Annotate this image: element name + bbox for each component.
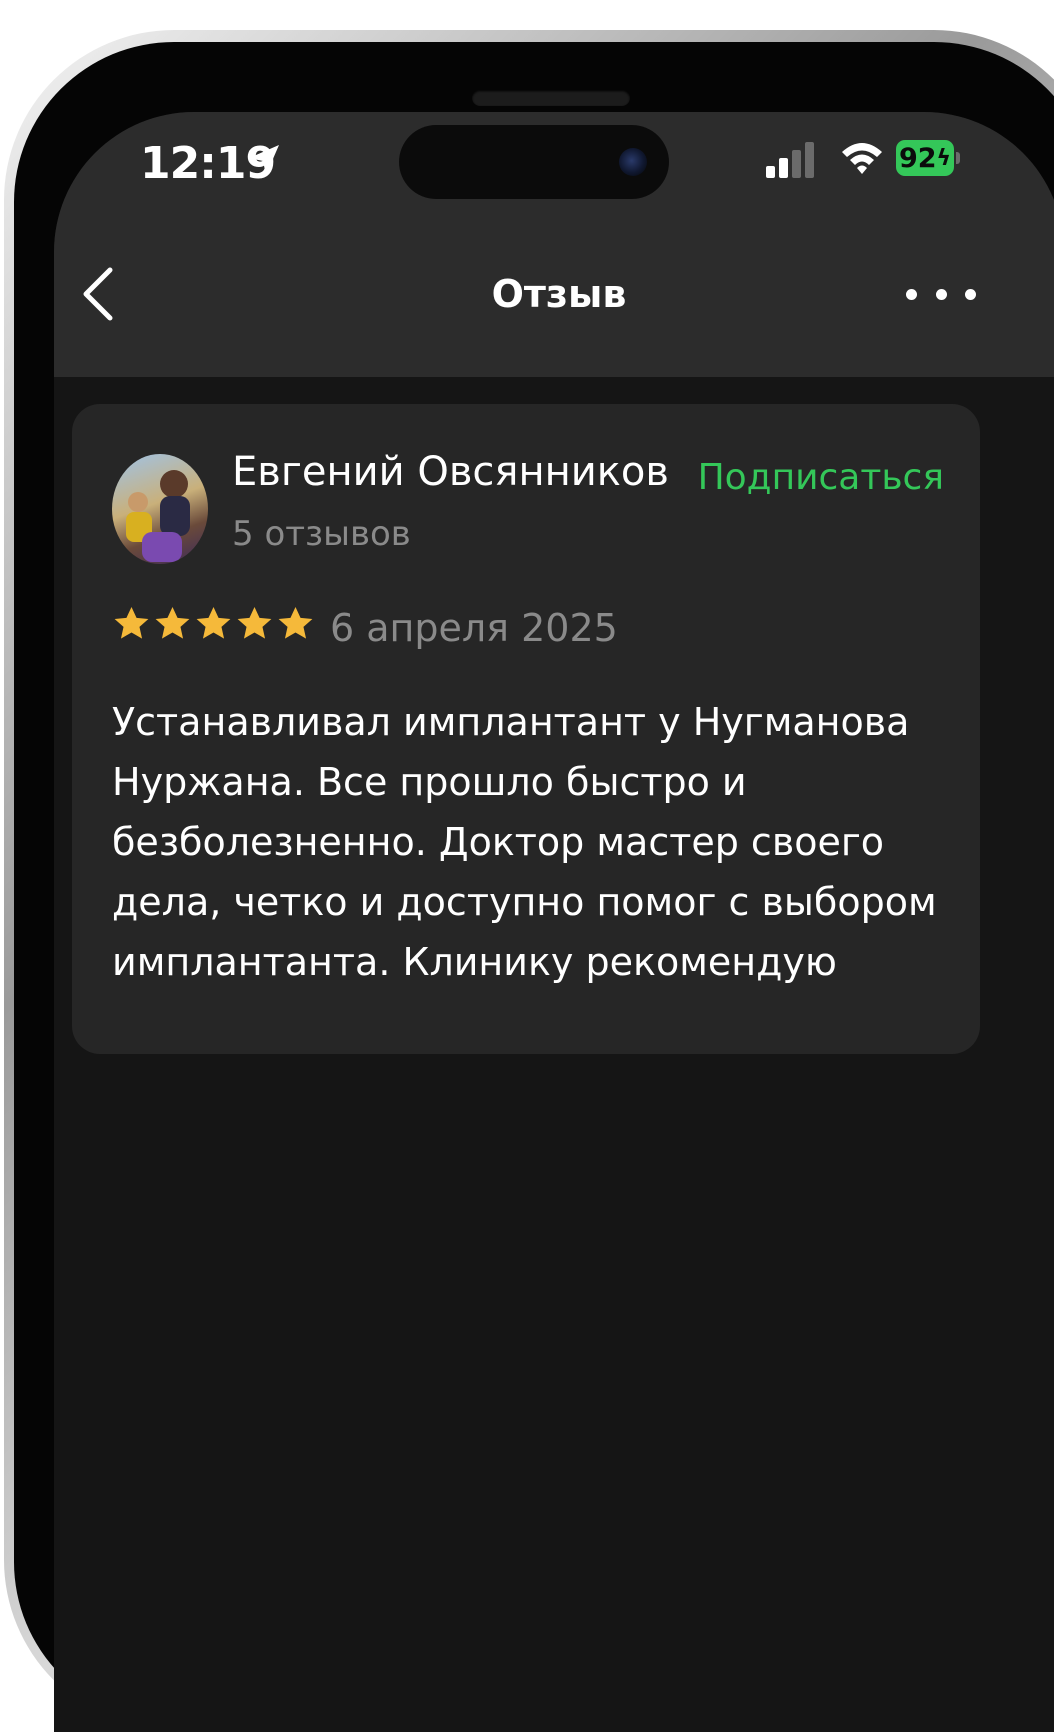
star-icon	[114, 606, 149, 639]
dynamic-island	[399, 125, 669, 199]
star-icon	[237, 606, 272, 639]
subscribe-button[interactable]: Подписаться	[698, 457, 944, 498]
speaker-grille	[472, 90, 630, 106]
dot	[906, 288, 917, 300]
dot	[965, 288, 976, 300]
battery-cap	[956, 152, 960, 164]
review-text: Устанавливал имплантант у Нугманова Нурж…	[112, 700, 937, 984]
review-card: Евгений Овсянников 5 отзывов Подписаться…	[72, 404, 980, 1054]
star-icon	[196, 606, 231, 639]
reviews-count: 5 отзывов	[232, 514, 411, 554]
front-camera	[619, 148, 647, 176]
avatar-photo	[126, 470, 190, 562]
star-icon	[155, 606, 190, 639]
ellipsis-icon[interactable]	[906, 284, 976, 304]
cellular-signal-icon	[766, 142, 814, 178]
review-date: 6 апреля 2025	[330, 606, 618, 650]
star-icon	[278, 606, 313, 639]
author-name[interactable]: Евгений Овсянников	[232, 449, 669, 495]
location-arrow-icon	[249, 145, 279, 175]
phone-frame: 12:19 92 ϟ Отзыв Евгений Овсянников 5 от…	[14, 42, 1054, 1732]
wifi-icon	[842, 143, 882, 174]
page-title: Отзыв	[491, 272, 627, 316]
rating-stars	[112, 604, 315, 644]
battery-charging-icon: 92 ϟ	[896, 140, 954, 176]
charging-bolt-icon: ϟ	[936, 145, 952, 171]
dot	[935, 288, 947, 300]
avatar[interactable]	[112, 454, 208, 564]
battery-level: 92	[898, 142, 937, 174]
app-screen: 12:19 92 ϟ Отзыв Евгений Овсянников 5 от…	[54, 112, 1054, 1732]
header: 12:19 92 ϟ Отзыв	[54, 112, 1054, 377]
